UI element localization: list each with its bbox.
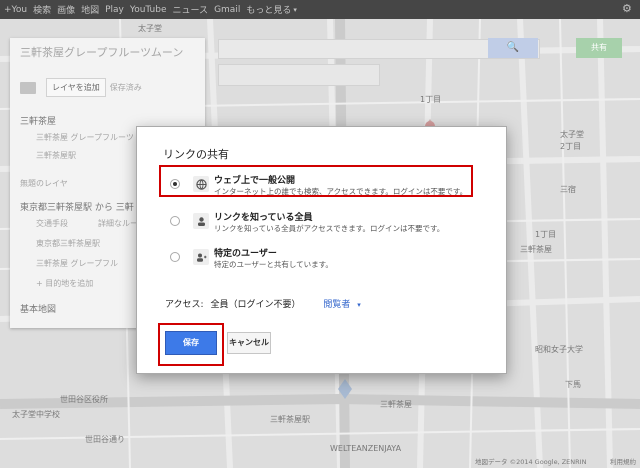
save-button[interactable]: 保存 xyxy=(165,331,217,355)
access-value: 全員（ログイン不要） xyxy=(210,300,301,310)
option-anyone-with-link[interactable]: リンクを知っている全員 リンクを知っている全員がアクセスできます。ログインは不要… xyxy=(157,207,477,237)
cancel-button[interactable]: キャンセル xyxy=(227,332,271,354)
option-title: リンクを知っている全員 xyxy=(214,213,313,223)
option-specific-users[interactable]: 特定のユーザー 特定のユーザーと共有しています。 xyxy=(157,243,477,273)
role-dropdown[interactable]: 閲覧者 xyxy=(323,300,350,310)
access-label: アクセス: xyxy=(165,300,204,310)
option-title: 特定のユーザー xyxy=(214,249,277,259)
radio-anyone-with-link[interactable] xyxy=(170,216,180,226)
person-icon xyxy=(193,249,209,265)
option-desc: リンクを知っている全員がアクセスできます。ログインは不要です。 xyxy=(214,224,445,233)
highlight-box-public-option xyxy=(159,165,473,197)
option-desc: 特定のユーザーと共有しています。 xyxy=(214,260,333,269)
access-row: アクセス: 全員（ログイン不要） 閲覧者 ▾ xyxy=(165,297,361,310)
people-icon xyxy=(193,213,209,229)
dialog-title: リンクの共有 xyxy=(163,148,229,161)
radio-specific-users[interactable] xyxy=(170,252,180,262)
share-link-dialog: リンクの共有 ウェブ上で一般公開 インターネット上の誰でも検索、アクセスできます… xyxy=(136,126,507,374)
chevron-down-icon[interactable]: ▾ xyxy=(357,301,361,309)
